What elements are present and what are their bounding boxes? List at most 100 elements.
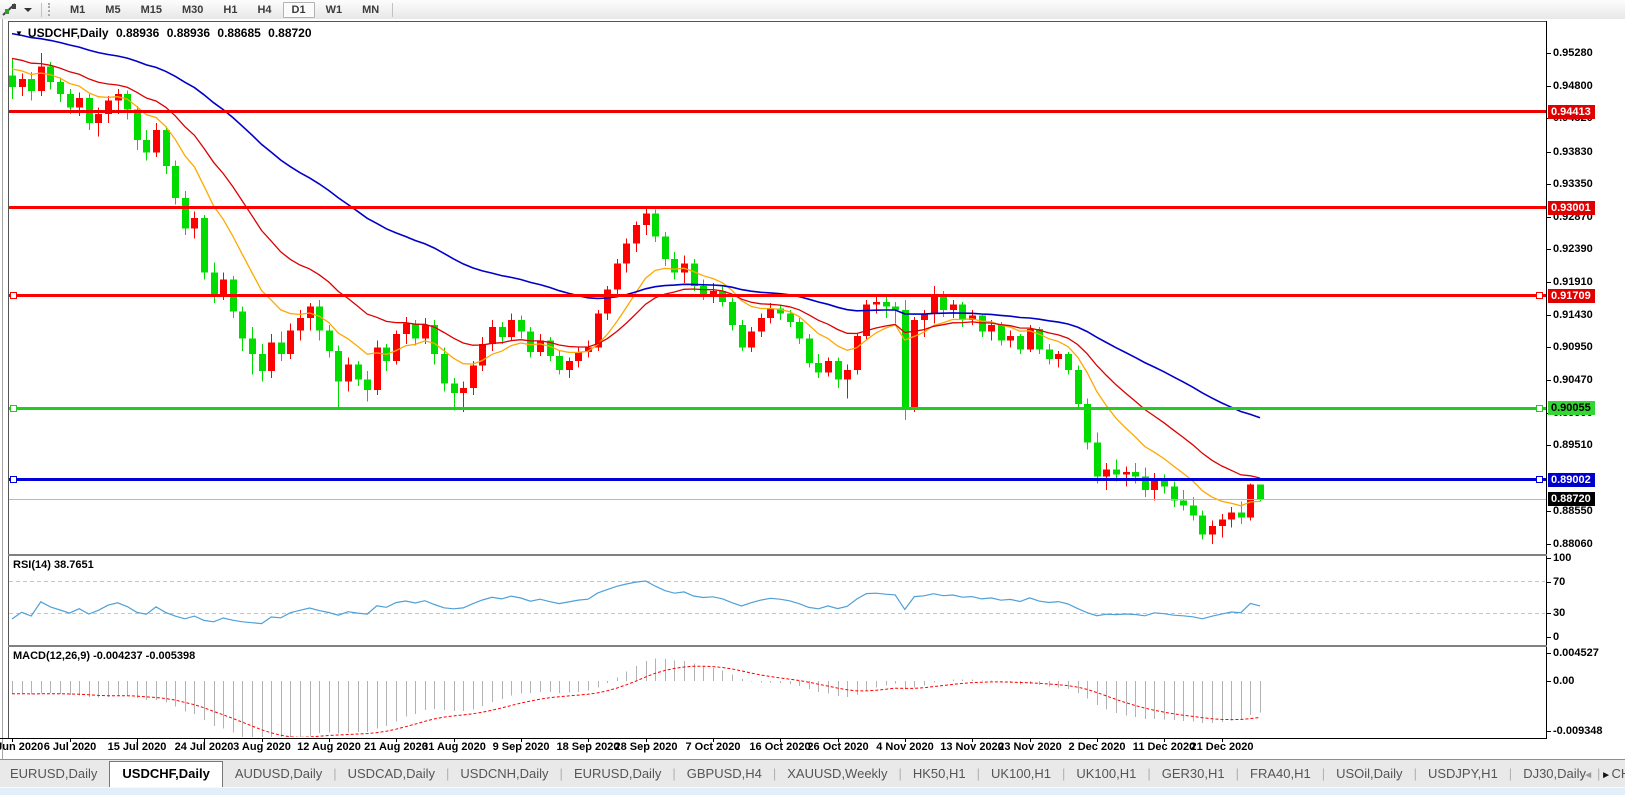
toolbar-grip-handle[interactable] bbox=[48, 3, 54, 16]
symbol-dropdown-icon[interactable]: ▼ bbox=[15, 29, 23, 38]
price-tick-label: 0.91430 bbox=[1553, 309, 1593, 321]
date-tick-label: 15 Jul 2020 bbox=[108, 741, 167, 753]
timeframe-button-M15[interactable]: M15 bbox=[132, 2, 171, 18]
horizontal-line-0.93001[interactable] bbox=[9, 206, 1546, 209]
line-handle-left[interactable] bbox=[10, 292, 17, 299]
timeframe-button-H1[interactable]: H1 bbox=[214, 2, 246, 18]
date-tick-label: 31 Aug 2020 bbox=[422, 741, 486, 753]
timeframe-button-MN[interactable]: MN bbox=[353, 2, 388, 18]
timeframe-button-W1[interactable]: W1 bbox=[317, 2, 352, 18]
timeframes-toolbar: M1M5M15M30H1H4D1W1MN bbox=[0, 0, 1625, 20]
timeframe-button-M5[interactable]: M5 bbox=[96, 2, 129, 18]
timeframe-buttons: M1M5M15M30H1H4D1W1MN bbox=[60, 2, 389, 18]
ohlc-open: 0.88936 bbox=[116, 26, 159, 40]
ohlc-close: 0.88720 bbox=[268, 26, 311, 40]
chart-tab-fra40-h1[interactable]: FRA40,H1 bbox=[1240, 766, 1321, 788]
chart-tab-hk50-h1[interactable]: HK50,H1 bbox=[903, 766, 976, 788]
macd-chart-canvas[interactable] bbox=[9, 647, 1546, 737]
horizontal-line-0.91709[interactable] bbox=[9, 294, 1546, 297]
timeframe-button-M30[interactable]: M30 bbox=[173, 2, 212, 18]
rsi-tick-label: 100 bbox=[1553, 552, 1571, 564]
price-tick-mark bbox=[1546, 53, 1551, 54]
chart-tab-eurusd-daily[interactable]: EURUSD,Daily bbox=[0, 766, 107, 788]
date-tick-label: 12 Aug 2020 bbox=[297, 741, 361, 753]
line-handle-left[interactable] bbox=[10, 405, 17, 412]
chart-tabs: EURUSD,DailyUSDCHF,DailyAUDUSD,Daily|USD… bbox=[0, 761, 1625, 788]
rsi-tick-label: 70 bbox=[1553, 576, 1565, 588]
main-chart-canvas[interactable] bbox=[9, 22, 1546, 553]
price-tick-label: 0.88060 bbox=[1553, 538, 1593, 550]
rsi-tick-mark bbox=[1546, 637, 1551, 638]
price-tick-label: 0.88550 bbox=[1553, 505, 1593, 517]
tab-scroll-left-button[interactable]: ◄ bbox=[1583, 770, 1601, 781]
price-tick-mark bbox=[1546, 511, 1551, 512]
price-tick-label: 0.92390 bbox=[1553, 243, 1593, 255]
timeframe-button-H4[interactable]: H4 bbox=[248, 2, 280, 18]
ohlc-low: 0.88685 bbox=[217, 26, 260, 40]
chart-tab-eurusd-daily[interactable]: EURUSD,Daily bbox=[564, 766, 671, 788]
date-tick-label: 4 Nov 2020 bbox=[876, 741, 933, 753]
date-tick-label: 28 Sep 2020 bbox=[615, 741, 678, 753]
date-tick-label: 18 Sep 2020 bbox=[557, 741, 620, 753]
horizontal-line-0.94413[interactable] bbox=[9, 110, 1546, 113]
macd-tick-label: -0.009348 bbox=[1553, 725, 1603, 737]
price-tick-mark bbox=[1546, 445, 1551, 446]
tab-scroll-right-button[interactable]: ► bbox=[1601, 770, 1619, 781]
price-tick-label: 0.89510 bbox=[1553, 439, 1593, 451]
date-tick-label: 11 Dec 2020 bbox=[1133, 741, 1195, 753]
line-handle-right[interactable] bbox=[1536, 292, 1543, 299]
date-tick-label: 9 Sep 2020 bbox=[493, 741, 550, 753]
rsi-chart-canvas[interactable] bbox=[9, 556, 1546, 644]
date-tick-label: 16 Oct 2020 bbox=[749, 741, 810, 753]
macd-tick-label: 0.00 bbox=[1553, 675, 1574, 687]
chart-tab-audusd-daily[interactable]: AUDUSD,Daily bbox=[225, 766, 332, 788]
chart-tab-ger30-h1[interactable]: GER30,H1 bbox=[1152, 766, 1235, 788]
macd-tick-mark bbox=[1546, 653, 1551, 654]
chart-tab-usdchf-daily[interactable]: USDCHF,Daily bbox=[109, 761, 222, 788]
date-tick-label: 7 Oct 2020 bbox=[685, 741, 740, 753]
horizontal-line-0.90055[interactable] bbox=[9, 407, 1546, 410]
chart-tab-usdcad-daily[interactable]: USDCAD,Daily bbox=[338, 766, 445, 788]
window-frame-left bbox=[2, 19, 3, 759]
price-tick-mark bbox=[1546, 217, 1551, 218]
chevron-down-icon[interactable] bbox=[24, 8, 32, 12]
line-handle-left[interactable] bbox=[10, 476, 17, 483]
time-axis-line bbox=[0, 738, 1547, 739]
price-tick-label: 0.94800 bbox=[1553, 80, 1593, 92]
price-tick-label: 0.93830 bbox=[1553, 146, 1593, 158]
price-tick-mark bbox=[1546, 315, 1551, 316]
chart-tab-uk100-h1[interactable]: UK100,H1 bbox=[981, 766, 1061, 788]
timeframe-button-M1[interactable]: M1 bbox=[61, 2, 94, 18]
current-price-line bbox=[9, 499, 1546, 500]
chart-tab-usoil-daily[interactable]: USOil,Daily bbox=[1326, 766, 1412, 788]
chart-tab-gbpusd-h4[interactable]: GBPUSD,H4 bbox=[677, 766, 772, 788]
level-price-badge: 0.94413 bbox=[1548, 105, 1595, 119]
rsi-tick-mark bbox=[1546, 558, 1551, 559]
price-tick-mark bbox=[1546, 152, 1551, 153]
date-tick-label: 3 Aug 2020 bbox=[233, 741, 291, 753]
level-price-badge: 0.89002 bbox=[1548, 473, 1595, 487]
chart-window: ▼USDCHF,Daily 0.88936 0.88936 0.88685 0.… bbox=[0, 19, 1625, 759]
chart-type-icon[interactable] bbox=[2, 2, 22, 17]
price-tick-mark bbox=[1546, 544, 1551, 545]
price-tick-label: 0.91910 bbox=[1553, 276, 1593, 288]
date-tick-label: 6 Jul 2020 bbox=[44, 741, 97, 753]
rsi-tick-mark bbox=[1546, 613, 1551, 614]
price-tick-mark bbox=[1546, 86, 1551, 87]
line-handle-right[interactable] bbox=[1536, 405, 1543, 412]
chart-tab-xauusd-weekly[interactable]: XAUUSD,Weekly bbox=[777, 766, 897, 788]
level-price-badge: 0.91709 bbox=[1548, 289, 1595, 303]
price-tick-label: 0.93350 bbox=[1553, 178, 1593, 190]
chart-tab-usdjpy-h1[interactable]: USDJPY,H1 bbox=[1418, 766, 1508, 788]
chart-tab-bar: EURUSD,DailyUSDCHF,DailyAUDUSD,Daily|USD… bbox=[0, 759, 1625, 788]
line-handle-right[interactable] bbox=[1536, 476, 1543, 483]
chart-tab-usdcnh-daily[interactable]: USDCNH,Daily bbox=[450, 766, 558, 788]
level-price-badge: 0.93001 bbox=[1548, 201, 1595, 215]
timeframe-button-D1[interactable]: D1 bbox=[283, 2, 315, 18]
chart-title: ▼USDCHF,Daily 0.88936 0.88936 0.88685 0.… bbox=[15, 26, 316, 40]
rsi-tick-mark bbox=[1546, 582, 1551, 583]
horizontal-line-0.89002[interactable] bbox=[9, 478, 1546, 481]
rsi-tick-label: 0 bbox=[1553, 631, 1559, 643]
price-tick-mark bbox=[1546, 282, 1551, 283]
chart-tab-uk100-h1[interactable]: UK100,H1 bbox=[1066, 766, 1146, 788]
